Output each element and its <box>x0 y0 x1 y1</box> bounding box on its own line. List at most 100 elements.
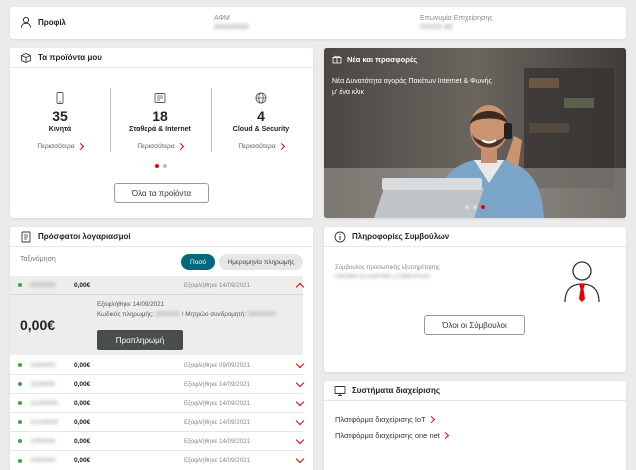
carousel-dots <box>155 164 167 168</box>
chevron-down-icon[interactable] <box>295 435 305 444</box>
prepay-button[interactable]: Προπληρωμή <box>97 330 183 350</box>
product-mobile: 35 Κινητά Περισσότερα <box>10 104 110 151</box>
product-more-link[interactable]: Περισσότερα <box>110 142 210 151</box>
carousel-dot[interactable] <box>473 205 477 209</box>
bill-row[interactable]: 1000000 0,00€ Εξοφλήθηκε 09/09/2021 <box>10 356 305 375</box>
product-label: Κινητά <box>48 126 72 133</box>
advisors-title: Πληροφορίες Συμβούλων <box>352 232 450 241</box>
chevron-right-icon <box>76 142 84 151</box>
systems-card: Συστήματα διαχείρισης Πλατφόρμα διαχείρι… <box>324 381 626 470</box>
advisors-card: Πληροφορίες Συμβούλων Σύμβουλος προσωπικ… <box>324 227 626 372</box>
all-products-button[interactable]: Όλα τα προϊόντα <box>114 183 209 203</box>
more-text: Περισσότερα <box>137 143 175 150</box>
globe-icon <box>255 92 267 104</box>
registry-label: / Μητρώο συνδρομητή: <box>181 311 247 318</box>
bill-number: 1000000 <box>30 457 56 464</box>
sort-amount-button[interactable]: Ποσό <box>181 254 215 270</box>
bills-title: Πρόσφατοι λογαριασμοί <box>38 232 131 241</box>
bill-row[interactable]: 11100000 0,00€ Εξοφλήθηκε 14/09/2021 <box>10 394 305 413</box>
chevron-down-icon[interactable] <box>295 378 305 387</box>
bill-amount: 0,00€ <box>74 361 91 369</box>
bill-row[interactable]: 1100000 0,00€ Εξοφλήθηκε 14/09/2021 <box>10 375 305 394</box>
chevron-down-icon[interactable] <box>295 454 305 464</box>
status-dot <box>18 458 22 463</box>
chevron-down-icon[interactable] <box>295 397 305 406</box>
carousel-dot[interactable] <box>465 205 469 209</box>
bill-row[interactable]: 11100000 0,00€ Εξοφλήθηκε 14/09/2021 <box>10 413 305 432</box>
more-text: Περισσότερα <box>37 143 75 150</box>
products-header: Τα προϊόντα μου <box>10 48 313 68</box>
status-dot <box>18 401 22 405</box>
code-label: Κωδικός πληρωμής: <box>97 311 154 318</box>
document-icon <box>21 231 31 242</box>
bill-number: 11100000 <box>30 418 58 426</box>
profile-card: Προφίλ ΑΦΜ 000000000 Επωνυμία Επιχείρηση… <box>10 7 626 39</box>
code-value: 0000000 <box>155 311 180 318</box>
bill-row-expanded[interactable]: 0000000 0,00€ Εξοφλήθηκε 14/09/2021 <box>10 276 305 295</box>
bill-paid-line: Εξοφλήθηκε 14/09/2021 <box>97 301 165 308</box>
bills-header: Πρόσφατοι λογαριασμοί <box>10 227 313 247</box>
chevron-right-icon <box>277 142 285 151</box>
status-dot <box>18 420 22 424</box>
product-count: 4 <box>257 108 265 124</box>
bill-number: 1000000 <box>30 361 56 369</box>
afm-label: ΑΦΜ <box>214 15 230 22</box>
gift-icon <box>332 55 342 64</box>
advisor-avatar-icon <box>564 261 600 303</box>
bill-amount: 0,00€ <box>74 281 91 289</box>
bill-amount: 0,00€ <box>74 457 91 464</box>
chevron-up-icon[interactable] <box>295 282 305 291</box>
more-text: Περισσότερα <box>238 143 276 150</box>
offer-carousel-dots <box>465 205 485 209</box>
product-count: 18 <box>152 108 168 124</box>
user-icon <box>21 16 31 28</box>
product-landline: 18 Σταθερά & Internet Περισσότερα <box>110 104 210 151</box>
company-block: Επωνυμία Επιχείρησης ΠΟΙΟΣ ΑΕ <box>420 15 493 31</box>
carousel-dot-active[interactable] <box>481 205 485 209</box>
product-more-link[interactable]: Περισσότερα <box>211 142 311 151</box>
advisor-role: Σύμβουλος προσωπικής εξυπηρέτησης <box>335 265 440 271</box>
bill-codes: Κωδικός πληρωμής: 0000000 / Μητρώο συνδρ… <box>97 311 276 318</box>
offers-header: Νέα και προσφορές <box>332 54 417 64</box>
company-label: Επωνυμία Επιχείρησης <box>420 15 493 22</box>
bill-paid-date: Εξοφλήθηκε 14/09/2021 <box>184 418 251 426</box>
afm-value: 000000000 <box>214 24 250 31</box>
product-more-link[interactable]: Περισσότερα <box>10 142 110 151</box>
status-dot <box>18 363 22 367</box>
monitor-icon <box>334 385 346 396</box>
bill-paid-date: Εξοφλήθηκε 09/09/2021 <box>184 361 251 369</box>
bill-row[interactable]: 1000000 0,00€ Εξοφλήθηκε 14/09/2021 <box>10 451 305 470</box>
bill-paid-date: Εξοφλήθηκε 14/09/2021 <box>184 281 251 289</box>
profile-title: Προφίλ <box>38 17 67 27</box>
bill-big-amount: 0,00€ <box>20 317 56 333</box>
link-text: Πλατφόρμα διαχείρισης IoT <box>335 415 426 424</box>
chevron-down-icon[interactable] <box>295 416 305 425</box>
bill-amount: 0,00€ <box>74 437 91 445</box>
onenet-platform-link[interactable]: Πλατφόρμα διαχείρισης one net <box>335 431 449 440</box>
chevron-right-icon <box>427 415 435 424</box>
bill-paid-date: Εξοφλήθηκε 14/09/2021 <box>184 399 251 407</box>
carousel-dot-active[interactable] <box>155 164 159 168</box>
bill-paid-date: Εξοφλήθηκε 14/09/2021 <box>184 437 251 445</box>
chevron-down-icon[interactable] <box>295 359 305 368</box>
offer-text[interactable]: Νέα Δυνατότητα αγοράς Πακέτων Internet &… <box>332 76 497 98</box>
offers-card[interactable]: Νέα και προσφορές Νέα Δυνατότητα αγοράς … <box>324 48 626 218</box>
mobile-phone-icon <box>56 92 64 104</box>
systems-title: Συστήματα διαχείρισης <box>352 386 440 395</box>
sort-date-button[interactable]: Ημερομηνία πληρωμής <box>219 254 303 270</box>
status-dot <box>18 382 22 386</box>
profile-header[interactable]: Προφίλ <box>20 16 66 28</box>
afm-block: ΑΦΜ 000000000 <box>214 15 249 31</box>
chevron-right-icon <box>176 142 184 151</box>
landline-icon <box>154 93 166 103</box>
bill-row[interactable]: 1000000 0,00€ Εξοφλήθηκε 14/09/2021 <box>10 432 305 451</box>
bill-number: 1100000 <box>30 380 55 388</box>
company-value: ΠΟΙΟΣ ΑΕ <box>420 24 454 31</box>
status-dot <box>18 439 22 443</box>
status-dot <box>18 283 22 287</box>
product-label: Cloud & Security <box>232 126 290 133</box>
carousel-dot[interactable] <box>163 164 167 168</box>
all-advisors-button[interactable]: Όλοι οι Σύμβουλοι <box>424 315 525 335</box>
offers-title: Νέα και προσφορές <box>347 54 418 64</box>
iot-platform-link[interactable]: Πλατφόρμα διαχείρισης IoT <box>335 415 435 424</box>
